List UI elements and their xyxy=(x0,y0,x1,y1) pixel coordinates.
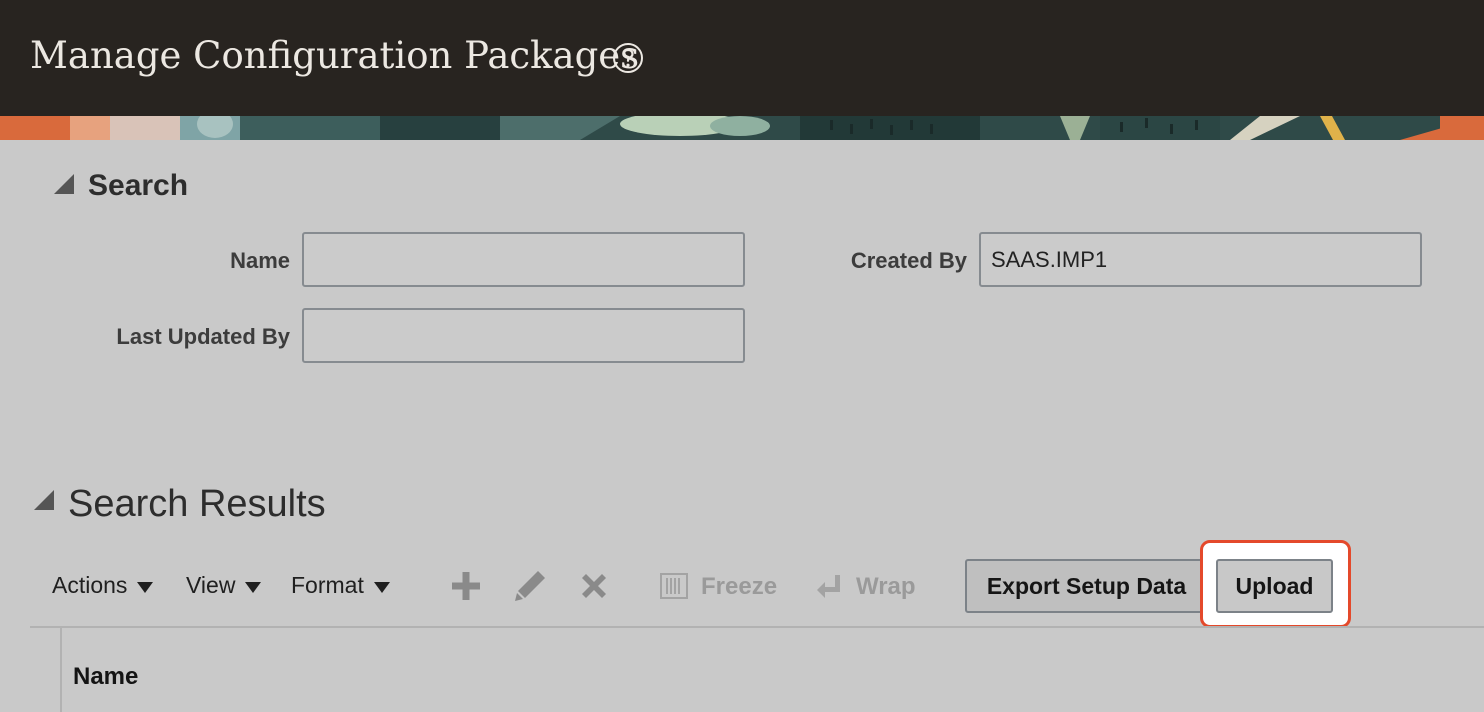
freeze-label: Freeze xyxy=(701,573,778,600)
last-updated-by-label: Last Updated By xyxy=(116,324,290,349)
last-updated-by-input[interactable] xyxy=(302,308,745,363)
wrap-label: Wrap xyxy=(856,573,916,600)
upload-button[interactable]: Upload xyxy=(1216,559,1333,613)
page-header: Manage Configuration Packages xyxy=(0,0,1484,116)
table-left-divider xyxy=(60,628,62,712)
format-menu-label: Format xyxy=(291,572,364,598)
export-setup-data-button[interactable]: Export Setup Data xyxy=(965,559,1208,613)
pencil-icon[interactable] xyxy=(512,568,548,604)
chevron-down-icon xyxy=(373,581,390,593)
created-by-input[interactable] xyxy=(979,232,1422,287)
format-menu[interactable]: Format xyxy=(291,572,390,599)
chevron-down-icon xyxy=(245,581,262,593)
collapse-search-icon[interactable] xyxy=(54,174,74,194)
name-input[interactable] xyxy=(302,232,745,287)
page-title: Manage Configuration Packages xyxy=(30,34,640,77)
collapse-results-icon[interactable] xyxy=(34,490,54,510)
chevron-down-icon xyxy=(137,581,154,593)
actions-menu-label: Actions xyxy=(52,572,128,598)
table-top-divider xyxy=(30,626,1484,628)
column-header-name[interactable]: Name xyxy=(73,663,138,691)
search-section-heading: Search xyxy=(88,169,189,202)
plus-icon[interactable] xyxy=(448,568,484,604)
view-menu-label: View xyxy=(186,572,236,598)
name-label: Name xyxy=(230,248,290,273)
question-circle-icon[interactable] xyxy=(612,42,644,74)
view-menu[interactable]: View xyxy=(186,572,262,599)
decorative-banner xyxy=(0,116,1484,140)
search-results-heading: Search Results xyxy=(68,483,326,525)
actions-menu[interactable]: Actions xyxy=(52,572,154,599)
freeze-columns-icon xyxy=(660,573,688,599)
wrap-arrow-icon xyxy=(817,575,840,598)
created-by-label: Created By xyxy=(850,248,967,273)
x-icon[interactable] xyxy=(576,568,612,604)
